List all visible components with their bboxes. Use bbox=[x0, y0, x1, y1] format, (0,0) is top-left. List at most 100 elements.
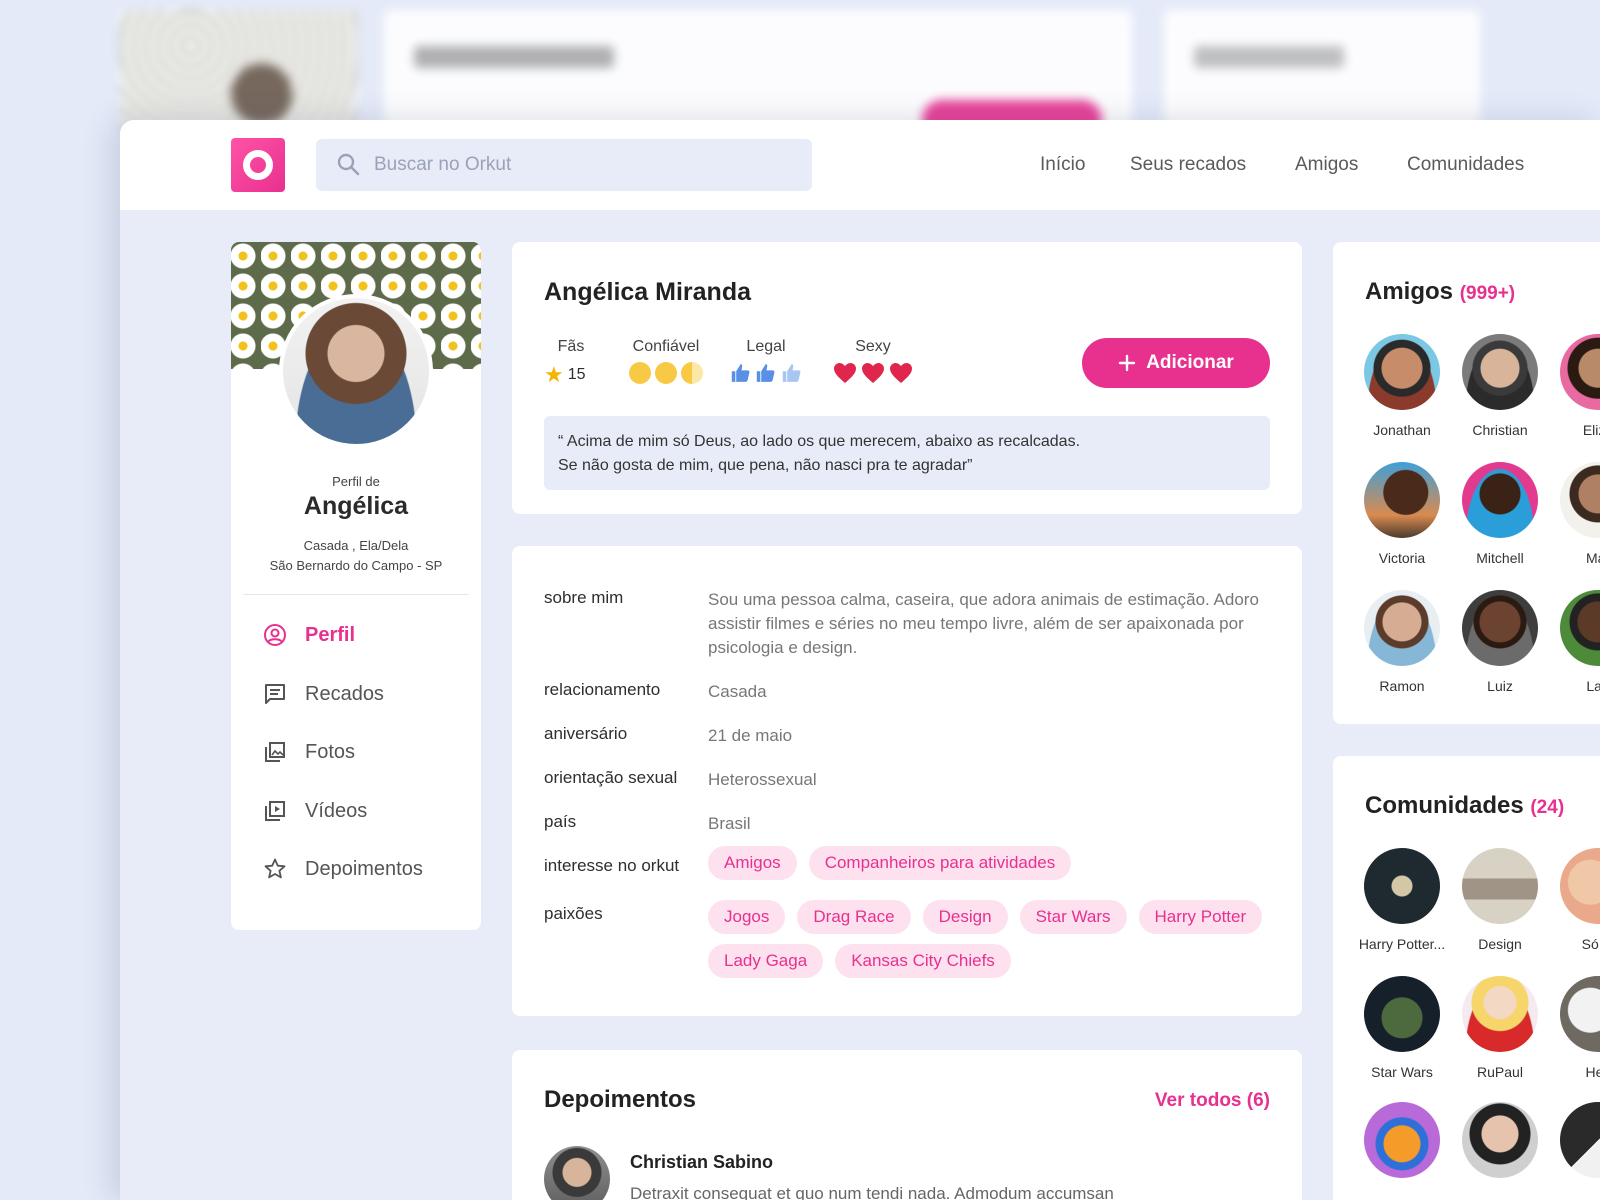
avatar bbox=[1364, 334, 1440, 410]
nav-link-amigos[interactable]: Amigos bbox=[1295, 154, 1358, 176]
friend-name: Mitchell bbox=[1476, 550, 1524, 566]
info-row-interests: interesse no orkut Amigos Companheiros p… bbox=[544, 846, 1270, 886]
friend-name: Luiz bbox=[1487, 678, 1513, 694]
menu-item-perfil[interactable]: Perfil bbox=[263, 620, 355, 650]
interest-tag[interactable]: Amigos bbox=[708, 846, 797, 880]
stat-label: Fãs bbox=[557, 338, 585, 355]
avatar bbox=[1462, 590, 1538, 666]
photos-icon bbox=[265, 742, 285, 762]
testimonial-text: Detraxit consequat et quo num tendi nada… bbox=[630, 1184, 1114, 1200]
friend-item[interactable]: Ramon bbox=[1357, 590, 1447, 694]
friends-count: (999+) bbox=[1459, 283, 1516, 304]
friend-name: Eliza bbox=[1582, 422, 1600, 438]
avatar bbox=[1462, 462, 1538, 538]
friend-item[interactable]: Luiz bbox=[1455, 590, 1545, 694]
profile-city: São Bernardo do Campo - SP bbox=[269, 558, 443, 573]
community-item[interactable]: RuPaul bbox=[1455, 976, 1545, 1080]
community-item[interactable]: Hec bbox=[1553, 976, 1600, 1080]
community-image bbox=[1560, 976, 1600, 1052]
nav-link-inicio[interactable]: Início bbox=[1040, 154, 1085, 176]
profile-avatar[interactable] bbox=[279, 294, 433, 448]
menu-item-videos[interactable]: Vídeos bbox=[263, 796, 367, 826]
passion-tag[interactable]: Kansas City Chiefs bbox=[835, 944, 1011, 978]
profile-header-card: Angélica Miranda Fãs ★ 15 Confiável Lega… bbox=[512, 242, 1302, 514]
community-name: RuPaul bbox=[1477, 1064, 1523, 1080]
stat-label: Confiável bbox=[632, 338, 700, 355]
user-circle-icon bbox=[264, 624, 286, 646]
testimonial-author[interactable]: Christian Sabino bbox=[630, 1152, 773, 1173]
stat-label: Legal bbox=[746, 338, 786, 355]
passion-tag[interactable]: Harry Potter bbox=[1138, 900, 1263, 934]
menu-item-depoimentos[interactable]: Depoimentos bbox=[263, 854, 423, 884]
friend-name: Mar bbox=[1585, 550, 1600, 566]
friend-item[interactable]: Christian bbox=[1455, 334, 1545, 438]
avatar[interactable] bbox=[544, 1146, 610, 1200]
menu-item-fotos[interactable]: Fotos bbox=[263, 737, 355, 767]
friend-item[interactable]: Lari bbox=[1553, 590, 1600, 694]
info-value: Casada bbox=[708, 682, 767, 701]
nav-link-comunidades[interactable]: Comunidades bbox=[1407, 154, 1524, 176]
quote-line: Se não gosta de mim, que pena, não nasci… bbox=[558, 457, 973, 474]
wink-icon bbox=[655, 362, 677, 384]
section-title[interactable]: Amigos (999+) bbox=[1365, 278, 1515, 306]
info-row-passions: paixões Jogos Drag Race Design Star Wars… bbox=[544, 900, 1270, 990]
community-image bbox=[1462, 848, 1538, 924]
profile-info-card: sobre mim Sou uma pessoa calma, caseira,… bbox=[512, 546, 1302, 1016]
friend-item[interactable]: Mitchell bbox=[1455, 462, 1545, 566]
background-card bbox=[1164, 10, 1480, 130]
section-title: Depoimentos bbox=[544, 1086, 697, 1113]
info-label: sobre mim bbox=[544, 588, 624, 607]
interest-tag[interactable]: Companheiros para atividades bbox=[808, 846, 1072, 880]
community-image bbox=[1462, 1102, 1538, 1178]
fans-count: 15 bbox=[567, 366, 586, 383]
background-photo bbox=[120, 10, 356, 130]
info-label: relacionamento bbox=[544, 680, 661, 699]
passion-tag[interactable]: Lady Gaga bbox=[708, 944, 824, 978]
thumbs-up-icon bbox=[782, 364, 801, 382]
community-image bbox=[1560, 848, 1600, 924]
section-title[interactable]: Comunidades (24) bbox=[1365, 792, 1564, 820]
friend-item[interactable]: Victoria bbox=[1357, 462, 1447, 566]
community-item[interactable]: Design bbox=[1455, 848, 1545, 952]
menu-item-label: Depoimentos bbox=[305, 857, 423, 880]
avatar bbox=[1560, 334, 1600, 410]
community-item[interactable]: Só m bbox=[1553, 848, 1600, 952]
info-value: Sou uma pessoa calma, caseira, que adora… bbox=[708, 590, 1259, 657]
orkut-logo[interactable] bbox=[231, 138, 285, 192]
video-icon bbox=[265, 801, 285, 821]
profile-status: Casada , Ela/Dela bbox=[303, 538, 409, 553]
friend-item[interactable]: Mar bbox=[1553, 462, 1600, 566]
see-all-testimonials-link[interactable]: Ver todos (6) bbox=[1155, 1090, 1270, 1112]
menu-item-label: Perfil bbox=[305, 623, 356, 646]
passion-tag[interactable]: Design bbox=[922, 900, 1008, 934]
heart-icon bbox=[890, 363, 912, 383]
passion-tag[interactable]: Star Wars bbox=[1019, 900, 1127, 934]
passion-tags: Jogos Drag Race Design Star Wars Harry P… bbox=[708, 900, 1278, 978]
community-name: Design bbox=[1478, 936, 1522, 952]
community-item[interactable] bbox=[1553, 1102, 1600, 1178]
passion-tag[interactable]: Drag Race bbox=[797, 900, 911, 934]
community-item[interactable]: Harry Potter... bbox=[1357, 848, 1447, 952]
stat-cool[interactable]: Legal bbox=[730, 338, 802, 384]
friend-item[interactable]: Eliza bbox=[1553, 334, 1600, 438]
stat-trust[interactable]: Confiável bbox=[626, 338, 706, 384]
interest-tags: Amigos Companheiros para atividades bbox=[708, 846, 1278, 880]
friend-item[interactable]: Jonathan bbox=[1357, 334, 1447, 438]
stat-sexy[interactable]: Sexy bbox=[828, 338, 918, 384]
nav-link-recados[interactable]: Seus recados bbox=[1130, 154, 1246, 176]
search-input[interactable] bbox=[374, 139, 794, 191]
search-icon bbox=[337, 153, 360, 176]
community-item[interactable]: Star Wars bbox=[1357, 976, 1447, 1080]
main-content: Perfil de Angélica Casada , Ela/Dela São… bbox=[120, 210, 1600, 1200]
friend-name: Christian bbox=[1472, 422, 1528, 438]
passion-tag[interactable]: Jogos bbox=[708, 900, 786, 934]
menu-item-label: Vídeos bbox=[305, 799, 368, 822]
background-blur-layer bbox=[0, 0, 1600, 140]
info-label: interesse no orkut bbox=[544, 856, 680, 875]
menu-item-recados[interactable]: Recados bbox=[263, 679, 384, 709]
background-card bbox=[384, 10, 1132, 140]
community-item[interactable] bbox=[1357, 1102, 1447, 1178]
community-item[interactable] bbox=[1455, 1102, 1545, 1178]
info-row-country: país Brasil bbox=[544, 812, 1270, 836]
add-friend-button[interactable]: Adicionar bbox=[1082, 338, 1270, 388]
